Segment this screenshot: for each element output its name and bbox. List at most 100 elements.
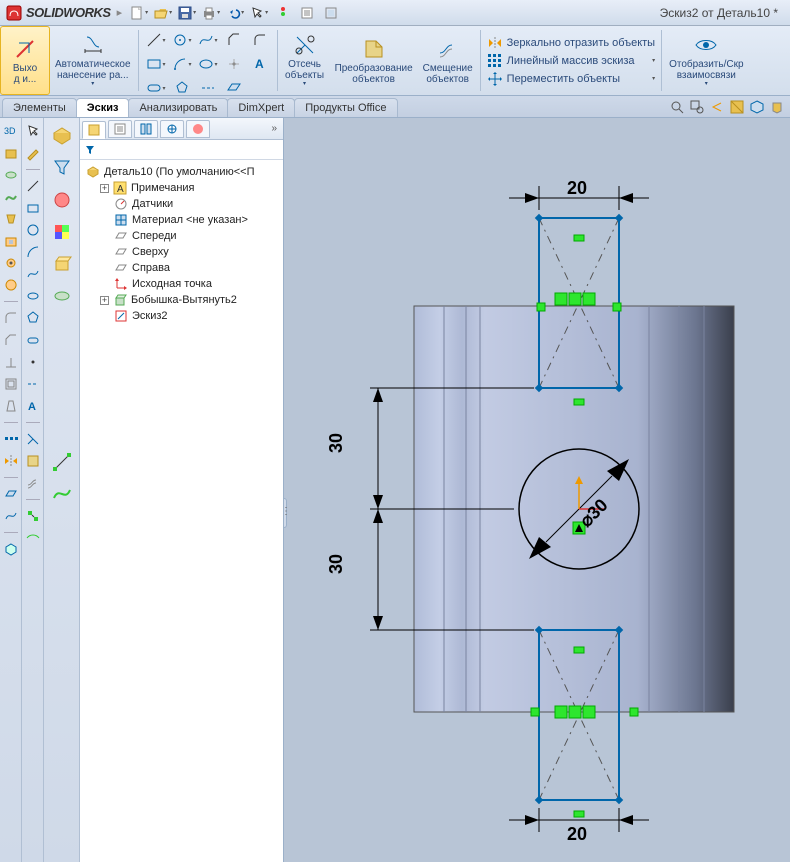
spline-icon[interactable] [24,265,42,283]
mirror-entities-button[interactable]: Зеркально отразить объекты [487,35,655,51]
swept-boss-icon[interactable] [2,188,20,206]
hole-wizard-icon[interactable] [2,254,20,272]
rectangle-tool[interactable]: ▾ [144,53,168,75]
linear-pattern-button[interactable]: Линейный массив эскиза▾ [487,53,655,69]
display-relations-icon[interactable] [24,529,42,547]
3d-icon[interactable]: 3D [2,122,20,140]
mirror-feature-icon[interactable] [2,452,20,470]
zoom-fit-icon[interactable] [668,98,686,116]
fm-extrude-icon[interactable] [48,250,76,278]
capture-button[interactable] [320,2,342,24]
fm-tab-property-manager[interactable] [108,120,132,138]
tree-front-plane[interactable]: Спереди [82,228,281,244]
extrude-boss-icon[interactable] [2,144,20,162]
fm-appearance-icon[interactable] [48,186,76,214]
loft-icon[interactable] [2,210,20,228]
tree-sketch2[interactable]: Эскиз2 [82,308,281,324]
tree-material[interactable]: Материал <не указан> [82,212,281,228]
tree-top-plane[interactable]: Сверху [82,244,281,260]
tab-sketch[interactable]: Эскиз [76,98,130,117]
slot-icon[interactable] [24,331,42,349]
reference-geometry-icon[interactable] [2,485,20,503]
spline-tool[interactable]: ▾ [196,29,220,51]
ellipse-icon[interactable] [24,287,42,305]
fillet-feature-icon[interactable] [2,309,20,327]
revolve-icon[interactable] [2,166,20,184]
fm-tab-config-manager[interactable] [134,120,158,138]
text-tool[interactable]: A [248,53,272,75]
rib-icon[interactable] [2,353,20,371]
chamfer-feature-icon[interactable] [2,331,20,349]
trim-icon[interactable] [24,430,42,448]
polygon-icon[interactable] [24,309,42,327]
view-orientation-icon[interactable] [748,98,766,116]
fm-sketch-relation-icon[interactable] [48,448,76,476]
arc-tool[interactable]: ▾ [170,53,194,75]
shell-icon[interactable] [2,375,20,393]
offset-icon[interactable] [24,474,42,492]
offset-entities-button[interactable]: Смещение объектов [418,26,478,95]
fm-tab-dimxpert-manager[interactable] [160,120,184,138]
new-button[interactable]: ▾ [128,2,150,24]
arc-icon[interactable] [24,243,42,261]
fm-part-icon[interactable] [48,122,76,150]
line-icon[interactable] [24,177,42,195]
fm-expand-icon[interactable]: » [267,123,281,134]
instant3d-icon[interactable] [2,540,20,558]
fm-tab-design-tree[interactable] [82,121,106,139]
point-tool[interactable] [222,53,246,75]
rectangle-icon[interactable] [24,199,42,217]
point-icon[interactable] [24,353,42,371]
tab-features[interactable]: Элементы [2,98,77,117]
options-button[interactable] [296,2,318,24]
extrude-cut-icon[interactable] [2,232,20,250]
tab-evaluate[interactable]: Анализировать [128,98,228,117]
ellipse-tool[interactable]: ▾ [196,53,220,75]
tree-origin[interactable]: Исходная точка [82,276,281,292]
select-button[interactable]: ▾ [248,2,270,24]
text-icon[interactable]: A [24,397,42,415]
centerline-icon[interactable] [24,375,42,393]
centerline-tool[interactable] [196,77,220,96]
filter-row[interactable] [80,140,283,160]
circle-tool[interactable]: ▾ [170,29,194,51]
draft-icon[interactable] [2,397,20,415]
tree-sensors[interactable]: Датчики [82,196,281,212]
linear-pattern-feature-icon[interactable] [2,430,20,448]
add-relation-icon[interactable] [24,507,42,525]
display-relations-button[interactable]: Отобразить/Скр взаимосвязи▾ [664,26,748,95]
tab-dimxpert[interactable]: DimXpert [227,98,295,117]
tree-annotations[interactable]: + A Примечания [82,180,281,196]
print-button[interactable]: ▾ [200,2,222,24]
previous-view-icon[interactable] [708,98,726,116]
dim-top-20[interactable]: 20 [509,178,649,210]
chamfer-tool[interactable] [222,29,246,51]
trim-button[interactable]: Отсечь объекты▾ [280,26,330,95]
undo-button[interactable]: ▾ [224,2,246,24]
exit-sketch-button[interactable]: Выхо д и... [0,26,50,95]
fillet-tool[interactable] [248,29,272,51]
display-style-icon[interactable] [768,98,786,116]
rebuild-traffic-light-button[interactable] [272,2,294,24]
zoom-area-icon[interactable] [688,98,706,116]
fm-tab-display-manager[interactable] [186,120,210,138]
open-button[interactable]: ▾ [152,2,174,24]
section-view-icon[interactable] [728,98,746,116]
curves-icon[interactable] [2,507,20,525]
move-entities-button[interactable]: Переместить объекты▾ [487,71,655,87]
tab-office[interactable]: Продукты Office [294,98,397,117]
fm-filter-icon[interactable] [48,154,76,182]
tree-right-plane[interactable]: Справа [82,260,281,276]
convert-entities-button[interactable]: Преобразование объектов [330,26,418,95]
tree-root[interactable]: Деталь10 (По умолчанию<<П [82,164,281,180]
polygon-tool[interactable] [170,77,194,96]
smart-dimension-button[interactable]: Автоматическое нанесение ра...▾ [50,26,136,95]
select-icon[interactable] [24,122,42,140]
save-button[interactable]: ▾ [176,2,198,24]
fm-revolve-icon[interactable] [48,282,76,310]
circle-icon[interactable] [24,221,42,239]
fm-spline-icon[interactable] [48,480,76,508]
convert-icon[interactable] [24,452,42,470]
plane-tool[interactable] [222,77,246,96]
revolve-cut-icon[interactable] [2,276,20,294]
